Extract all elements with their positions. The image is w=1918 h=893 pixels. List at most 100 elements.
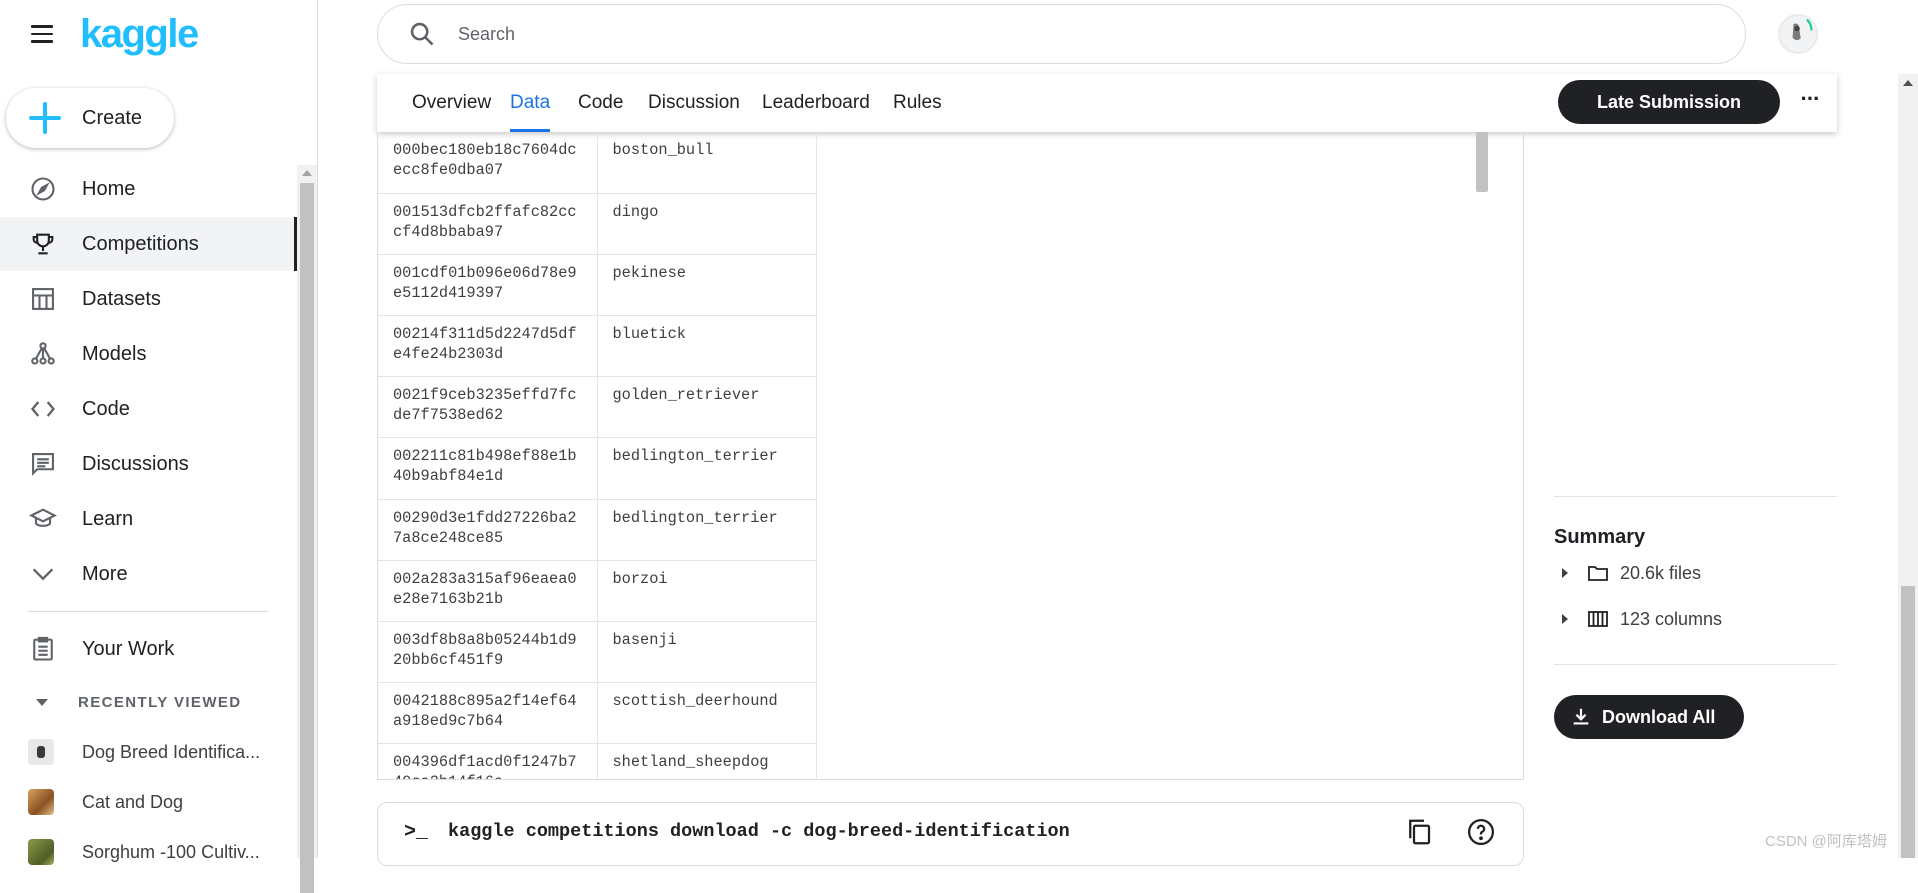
tab-overview[interactable]: Overview — [412, 74, 491, 132]
scroll-up-arrow-icon[interactable] — [302, 170, 312, 176]
sidebar-item-label: Code — [82, 397, 130, 420]
copy-icon[interactable] — [1404, 817, 1434, 847]
id-line: 40ca2b14f16a — [393, 773, 503, 779]
scroll-up-arrow-icon[interactable] — [1903, 80, 1913, 86]
table-cell-id: 003df8b8a8b05244b1d9 20bb6cf451f9 — [378, 621, 598, 684]
id-line: 002a283a315af96eaea0 — [393, 569, 577, 588]
tab-rules[interactable]: Rules — [893, 74, 942, 132]
table-cell-breed: bluetick — [597, 315, 817, 378]
table-cell-breed: bedlington_terrier — [597, 499, 817, 561]
recent-item[interactable]: Dog Breed Identifica... — [0, 732, 296, 772]
sidebar-item-datasets[interactable]: Datasets — [0, 272, 298, 326]
menu-icon[interactable] — [28, 22, 56, 46]
trophy-icon — [28, 229, 58, 259]
table-icon — [28, 284, 58, 314]
search-input[interactable] — [458, 23, 1658, 45]
table-cell-breed: shetland_sheepdog — [597, 743, 817, 779]
tab-code[interactable]: Code — [578, 74, 623, 132]
table-cell-breed: bedlington_terrier — [597, 437, 817, 500]
table-row: 000bec180eb18c7604dc ecc8fe0dba07 boston_b… — [378, 132, 817, 194]
kaggle-logo[interactable]: kaggle — [80, 12, 199, 57]
chevron-down-icon — [28, 559, 58, 589]
terminal-prompt-icon: >_ — [404, 821, 429, 844]
search-bar[interactable] — [377, 4, 1746, 64]
competition-tab-bar: Overview Data Code Discussion Leaderboar… — [377, 74, 1837, 132]
id-line: 40b9abf84e1d — [393, 467, 504, 486]
download-all-button[interactable]: Download All — [1554, 695, 1744, 739]
sidebar-item-competitions[interactable]: Competitions — [0, 217, 298, 271]
table-scrollbar-thumb[interactable] — [1476, 132, 1488, 192]
folder-icon — [1588, 566, 1608, 581]
id-line: 002211c81b498ef88e1b — [393, 447, 577, 466]
sidebar-item-code[interactable]: Code — [0, 382, 298, 436]
caret-down-icon — [36, 698, 48, 706]
scrollbar-thumb[interactable] — [1901, 586, 1915, 858]
sidebar-item-label: Datasets — [82, 287, 161, 310]
data-preview-table: 000bec180eb18c7604dc ecc8fe0dba07 boston_b… — [378, 132, 817, 779]
id-line: 001cdf01b096e06d78e9 — [393, 263, 577, 282]
table-cell-id: 00214f311d5d2247d5df e4fe24b2303d — [378, 315, 598, 378]
table-cell-breed: borzoi — [597, 560, 817, 623]
summary-divider — [1554, 664, 1837, 665]
table-row: 004396df1acd0f1247b740ca2b14f16ashetland… — [378, 743, 817, 779]
api-command-text[interactable]: kaggle competitions download -c dog-bree… — [448, 821, 1070, 842]
recent-item[interactable]: Sorghum -100 Cultiv... — [0, 832, 296, 872]
table-cell-breed: dingo — [597, 193, 817, 255]
more-options-icon[interactable]: ··· — [1795, 88, 1825, 118]
sidebar-scrollbar[interactable] — [297, 165, 317, 893]
table-cell-id: 0042188c895a2f14ef64 a918ed9c7b64 — [378, 682, 598, 745]
chat-icon — [28, 449, 58, 479]
left-sidebar: kaggle Create Home Competitions Datasets… — [0, 0, 318, 893]
table-cell-id: 000bec180eb18c7604dc ecc8fe0dba07 — [378, 132, 598, 194]
table-row: 0042188c895a2f14ef64 a918ed9c7b64 scottish… — [378, 682, 817, 745]
sidebar-item-discussions[interactable]: Discussions — [0, 437, 298, 491]
help-icon[interactable] — [1466, 817, 1496, 847]
late-submission-button[interactable]: Late Submission — [1558, 80, 1780, 124]
table-cell-breed: scottish_deerhound — [597, 682, 817, 745]
download-icon — [1573, 708, 1589, 725]
tab-leaderboard[interactable]: Leaderboard — [762, 74, 870, 132]
table-cell-breed: boston_bull — [597, 132, 817, 194]
api-command-box: >_ kaggle competitions download -c dog-b… — [377, 802, 1524, 866]
recent-item-label: Dog Breed Identifica... — [82, 741, 261, 762]
tab-data[interactable]: Data — [510, 74, 551, 132]
sidebar-item-label: More — [82, 562, 128, 585]
table-row: 001513dfcb2ffafc82cc cf4d8bbaba97 dingo — [378, 193, 817, 255]
sorghum-thumbnail — [28, 839, 54, 865]
summary-files-row[interactable]: 20.6k files — [1556, 558, 1701, 588]
page-scrollbar[interactable] — [1898, 74, 1918, 858]
summary-files-label: 20.6k files — [1620, 562, 1702, 583]
sidebar-item-home[interactable]: Home — [0, 162, 298, 216]
sidebar-item-more[interactable]: More — [0, 547, 298, 601]
table-cell-id: 00290d3e1fdd27226ba2 7a8ce248ce85 — [378, 499, 598, 561]
table-row: 002211c81b498ef88e1b 40b9abf84e1d bedlingt… — [378, 437, 817, 500]
table-row: 00214f311d5d2247d5df e4fe24b2303d bluetick — [378, 315, 817, 378]
sidebar-item-label: Learn — [82, 507, 134, 530]
columns-icon — [1588, 611, 1608, 627]
sidebar-item-label: Competitions — [82, 232, 199, 255]
search-icon — [410, 22, 434, 46]
table-cell-id: 002211c81b498ef88e1b 40b9abf84e1d — [378, 437, 598, 500]
sidebar-item-models[interactable]: Models — [0, 327, 298, 381]
sidebar-item-learn[interactable]: Learn — [0, 492, 298, 546]
summary-columns-label: 123 columns — [1620, 608, 1723, 629]
id-line: e28e7163b21b — [393, 589, 504, 608]
id-line: 000bec180eb18c7604dc — [393, 141, 577, 159]
table-cell-id: 001cdf01b096e06d78e9 e5112d419397 — [378, 254, 598, 317]
table-row: 002a283a315af96eaea0 e28e7163b21b borzoi — [378, 560, 817, 623]
recently-viewed-toggle[interactable]: RECENTLY VIEWED — [28, 690, 242, 714]
scrollbar-thumb[interactable] — [300, 183, 314, 893]
sidebar-item-your-work[interactable]: Your Work — [0, 622, 298, 676]
code-brackets-icon — [28, 394, 58, 424]
create-button[interactable]: Create — [6, 88, 174, 148]
id-line: 0021f9ceb3235effd7fc — [393, 386, 577, 405]
clipboard-icon — [28, 634, 58, 664]
graduation-cap-icon — [28, 504, 58, 534]
id-line: 003df8b8a8b05244b1d9 — [393, 631, 577, 649]
dog-thumbnail — [28, 739, 54, 765]
table-cell-breed: golden_retriever — [597, 376, 817, 439]
tab-discussion[interactable]: Discussion — [648, 74, 740, 132]
recent-item[interactable]: Cat and Dog — [0, 782, 296, 822]
summary-columns-row[interactable]: 123 columns — [1556, 604, 1722, 634]
avatar[interactable] — [1778, 14, 1818, 54]
